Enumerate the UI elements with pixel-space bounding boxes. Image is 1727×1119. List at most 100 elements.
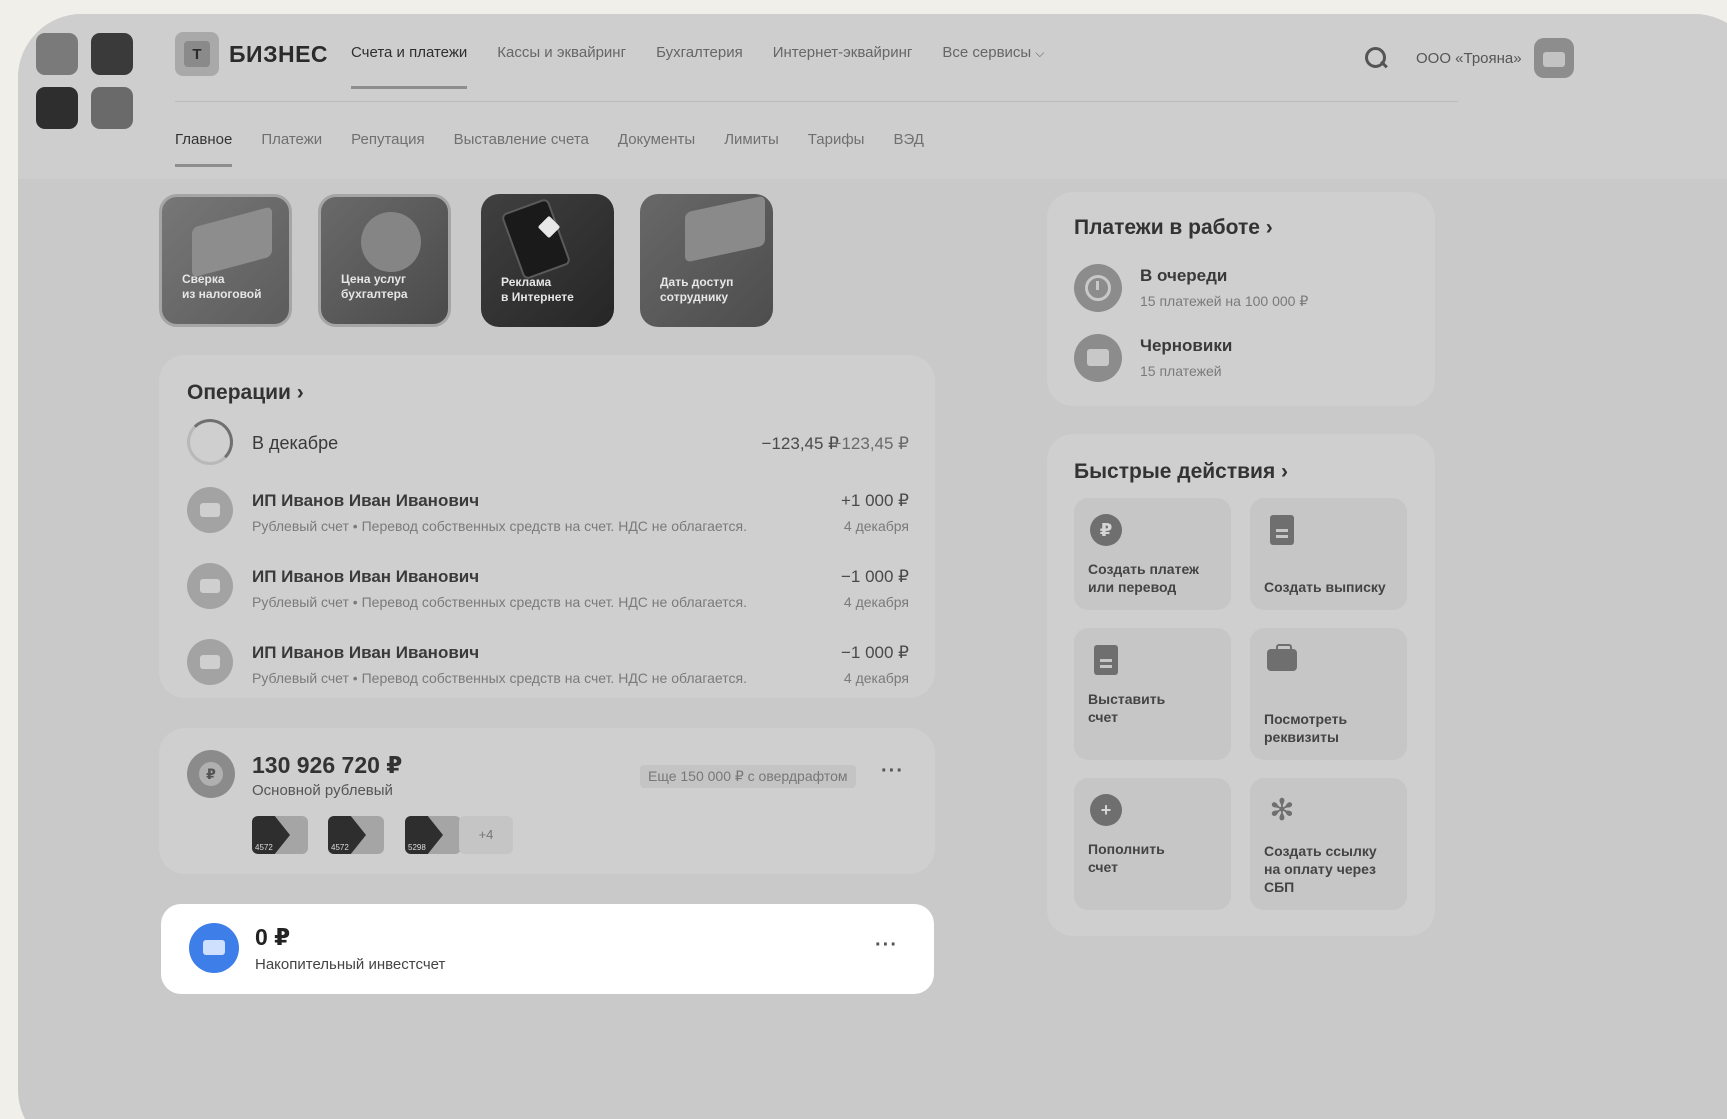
invest-name: Накопительный инвестсчет — [255, 956, 446, 973]
tab-tariffs[interactable]: Тарифы — [808, 131, 865, 148]
story-tile-accountant-price[interactable]: Цена услуг бухгалтера — [318, 194, 451, 327]
clock-icon — [1074, 264, 1122, 312]
briefcase-icon — [187, 563, 233, 609]
invest-account-card[interactable]: 0 ₽ Накопительный инвестсчет ··· — [161, 904, 934, 994]
mini-tile-icon — [91, 33, 133, 75]
quick-action-label: Выставить счет — [1088, 691, 1166, 725]
org-name[interactable]: ООО «Трояна» — [1416, 50, 1522, 67]
nav-all-services-label: Все сервисы — [942, 44, 1032, 61]
invest-balance: 0 ₽ — [255, 924, 291, 950]
operation-date: 4 декабря — [843, 518, 909, 534]
tab-limits[interactable]: Лимиты — [724, 131, 779, 148]
account-more-icon[interactable]: ··· — [881, 760, 904, 783]
tile-label: Дать доступ сотруднику — [660, 275, 734, 304]
nav-all-services[interactable]: Все сервисы ⌵ — [942, 44, 1044, 61]
tab-reputation[interactable]: Репутация — [351, 131, 424, 148]
operation-name[interactable]: ИП Иванов Иван Иванович — [252, 491, 479, 511]
document-icon — [1264, 512, 1300, 548]
bank-card[interactable]: 4572 — [328, 816, 384, 854]
quick-actions-card: Быстрые действия › ₽ Создать платеж или … — [1047, 434, 1435, 936]
operation-desc: Рублевый счет • Перевод собственных сред… — [252, 594, 747, 610]
quick-actions-title[interactable]: Быстрые действия › — [1074, 460, 1288, 484]
tab-invoicing[interactable]: Выставление счета — [454, 131, 589, 148]
quick-action-top-up[interactable]: + Пополнить счет — [1074, 778, 1231, 910]
overdraft-badge[interactable]: Еще 150 000 ₽ с овердрафтом — [640, 765, 856, 788]
quick-action-issue-invoice[interactable]: Выставить счет — [1074, 628, 1231, 760]
ruble-icon: ₽ — [1088, 512, 1124, 548]
org-avatar[interactable] — [1533, 38, 1574, 78]
month-progress-icon — [187, 419, 233, 465]
month-label[interactable]: В декабре — [252, 433, 338, 454]
drafts-sub: 15 платежей — [1140, 363, 1222, 379]
quick-action-label: Пополнить счет — [1088, 841, 1165, 875]
header-divider — [175, 101, 1458, 102]
card-number: 4572 — [331, 843, 349, 852]
logo-letter: Т — [184, 41, 210, 67]
operation-date: 4 декабря — [843, 670, 909, 686]
nav-cash-acquiring[interactable]: Кассы и эквайринг — [497, 44, 626, 61]
plus-icon: + — [1088, 792, 1124, 828]
quick-action-label: Создать выписку — [1264, 579, 1386, 595]
invest-more-icon[interactable]: ··· — [875, 934, 898, 957]
nav-accounting[interactable]: Бухгалтерия — [656, 44, 743, 61]
account-balance: 130 926 720 ₽ — [252, 752, 403, 778]
quick-action-create-statement[interactable]: Создать выписку — [1250, 498, 1407, 610]
payments-in-work-title[interactable]: Платежи в работе › — [1074, 216, 1273, 240]
operation-desc: Рублевый счет • Перевод собственных сред… — [252, 670, 747, 686]
invest-icon — [189, 923, 239, 973]
nav-accounts-payments[interactable]: Счета и платежи — [351, 44, 468, 89]
account-name: Основной рублевый — [252, 782, 393, 799]
header-right: ООО «Трояна» — [1364, 38, 1574, 78]
quick-action-label: Посмотреть реквизиты — [1264, 711, 1348, 745]
operation-name[interactable]: ИП Иванов Иван Иванович — [252, 643, 479, 663]
mini-tile-icon — [91, 87, 133, 129]
briefcase-icon — [187, 639, 233, 685]
queue-title[interactable]: В очереди — [1140, 266, 1227, 286]
operation-amount: +1 000 ₽ — [840, 491, 909, 510]
quick-action-sbp-link[interactable]: ✻ Создать ссылку на оплату через СБП — [1250, 778, 1407, 910]
tile-label: Цена услуг бухгалтера — [341, 272, 408, 301]
quick-action-view-details[interactable]: Посмотреть реквизиты — [1250, 628, 1407, 760]
tab-documents[interactable]: Документы — [618, 131, 695, 148]
card-number: 4572 — [255, 843, 273, 852]
story-tile-tax-check[interactable]: Сверка из налоговой — [159, 194, 292, 327]
app-frame: Т БИЗНЕС Счета и платежи Кассы и эквайри… — [18, 14, 1727, 1119]
sbp-icon: ✻ — [1269, 793, 1295, 827]
briefcase-icon — [187, 487, 233, 533]
more-cards-button[interactable]: +4 — [459, 816, 513, 854]
top-nav: Счета и платежи Кассы и эквайринг Бухгал… — [351, 44, 1074, 89]
tab-ved[interactable]: ВЭД — [893, 131, 923, 148]
nav-internet-acquiring[interactable]: Интернет-эквайринг — [773, 44, 913, 61]
logo-text: БИЗНЕС — [229, 40, 329, 67]
phone-illustration — [500, 197, 572, 281]
mini-tile-icon — [36, 87, 78, 129]
account-card[interactable]: ₽ 130 926 720 ₽ Основной рублевый Еще 15… — [159, 728, 935, 874]
ruble-icon: ₽ — [187, 750, 235, 798]
story-tile-internet-ads[interactable]: Реклама в Интернете — [481, 194, 614, 327]
tile-illustration — [685, 195, 765, 263]
month-income: +123,45 ₽ — [831, 434, 909, 453]
invoice-icon — [1088, 642, 1124, 678]
logo-icon: Т — [175, 32, 219, 76]
bank-card[interactable]: 4572 — [252, 816, 308, 854]
story-tile-employee-access[interactable]: Дать доступ сотруднику — [640, 194, 773, 327]
operations-title[interactable]: Операции › — [187, 381, 304, 405]
operation-name[interactable]: ИП Иванов Иван Иванович — [252, 567, 479, 587]
operation-desc: Рублевый счет • Перевод собственных сред… — [252, 518, 747, 534]
briefcase-icon — [1264, 642, 1300, 678]
card-number: 5298 — [408, 843, 426, 852]
search-icon[interactable] — [1364, 46, 1388, 70]
tile-label: Реклама в Интернете — [501, 275, 574, 304]
quick-action-label: Создать платеж или перевод — [1088, 561, 1199, 595]
bank-card[interactable]: 5298 — [405, 816, 461, 854]
tab-main[interactable]: Главное — [175, 131, 233, 167]
sub-nav: Главное Платежи Репутация Выставление сч… — [175, 131, 953, 167]
operation-date: 4 декабря — [843, 594, 909, 610]
quick-action-create-payment[interactable]: ₽ Создать платеж или перевод — [1074, 498, 1231, 610]
quick-action-label: Создать ссылку на оплату через СБП — [1264, 843, 1377, 895]
drafts-icon — [1074, 334, 1122, 382]
mini-tile-icon — [36, 33, 78, 75]
drafts-title[interactable]: Черновики — [1140, 336, 1232, 356]
tab-payments[interactable]: Платежи — [261, 131, 322, 148]
logo[interactable]: Т БИЗНЕС — [175, 32, 328, 76]
